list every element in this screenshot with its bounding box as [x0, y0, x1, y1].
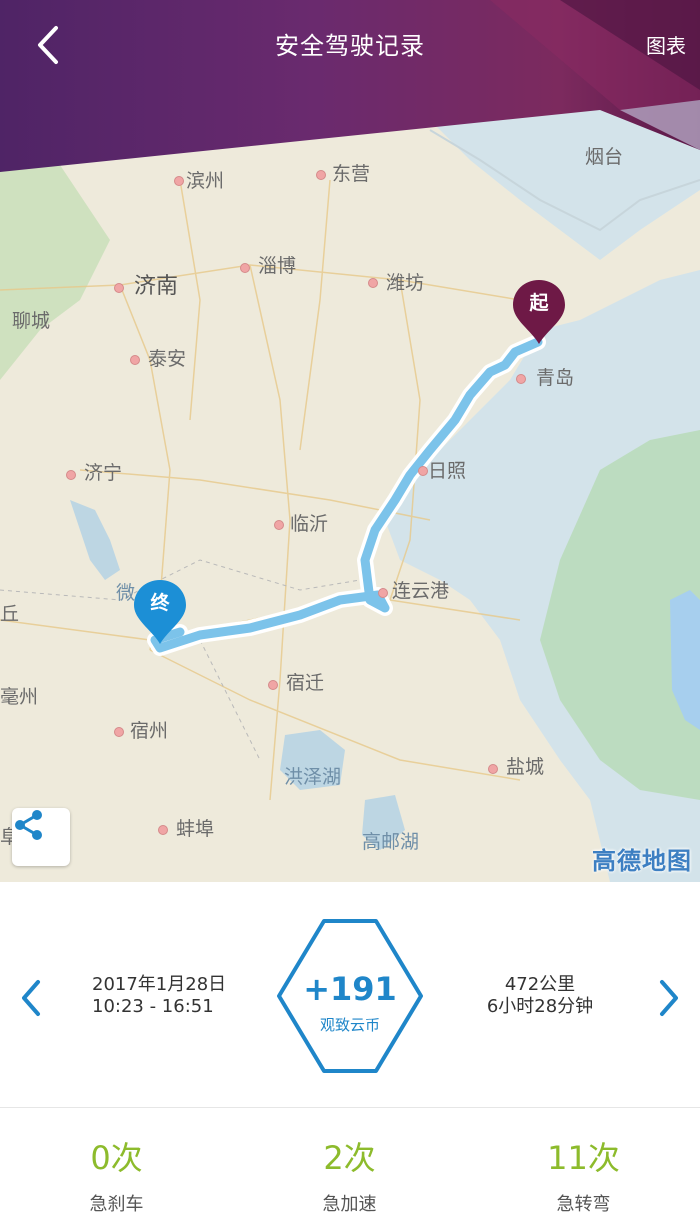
- city-dot: [368, 278, 378, 288]
- city-dot: [268, 680, 278, 690]
- share-icon: [15, 810, 42, 840]
- driving-stats: 0次 急刹车 2次 急加速 11次 急转弯: [0, 1107, 700, 1224]
- stat-hard-acceleration: 2次 急加速: [233, 1108, 466, 1216]
- trip-duration: 6小时28分钟: [486, 996, 594, 1017]
- city-dot: [114, 727, 124, 737]
- trip-distance-duration: 472公里 6小时28分钟: [460, 974, 620, 1018]
- city-label: 滨州: [186, 170, 225, 192]
- city-dot: [130, 355, 140, 365]
- city-label: 洪泽湖: [284, 766, 342, 788]
- coin-value: +191: [303, 970, 397, 1008]
- trip-summary: 2017年1月28日 10:23 - 16:51 +191 观致云币 472公里…: [0, 882, 700, 1107]
- trip-date: 2017年1月28日: [92, 974, 227, 995]
- city-label: 济南: [134, 274, 179, 299]
- city-label: 盐城: [506, 756, 545, 778]
- next-trip-button[interactable]: [652, 976, 686, 1020]
- city-label: 丘: [0, 603, 20, 625]
- city-label: 日照: [428, 460, 467, 482]
- trip-time-range: 10:23 - 16:51: [92, 996, 214, 1017]
- city-dot: [114, 283, 124, 293]
- start-marker-label: 起: [529, 292, 549, 314]
- map-base: [0, 0, 700, 882]
- trip-datetime: 2017年1月28日 10:23 - 16:51: [92, 974, 226, 1018]
- end-marker-label: 终: [150, 592, 170, 614]
- chevron-right-icon: [660, 980, 678, 1016]
- stat-label: 急加速: [322, 1194, 377, 1215]
- city-label: 高邮湖: [362, 831, 420, 853]
- city-label: 聊城: [12, 310, 51, 332]
- city-dot: [158, 825, 168, 835]
- back-button[interactable]: [26, 22, 72, 68]
- city-dot: [418, 466, 428, 476]
- chart-button[interactable]: 图表: [646, 30, 686, 59]
- city-dot: [516, 374, 526, 384]
- city-dot: [274, 520, 284, 530]
- city-dot: [378, 588, 388, 598]
- city-label: 泰安: [148, 348, 187, 370]
- map-provider-logo: 高德地图: [592, 847, 692, 875]
- city-label: 临沂: [290, 513, 329, 535]
- route-map[interactable]: 滨州 东营 烟台 济南 淄博 潍坊 聊城 泰安 青岛 济宁 日照 临沂 连云港 …: [0, 0, 700, 882]
- stat-label: 急刹车: [89, 1194, 144, 1215]
- trip-distance: 472公里: [504, 974, 576, 995]
- stat-label: 急转弯: [556, 1194, 611, 1215]
- city-label: 潍坊: [386, 272, 425, 294]
- city-dot: [488, 764, 498, 774]
- stat-value: 0次: [90, 1139, 143, 1177]
- city-label: 东营: [332, 163, 371, 185]
- city-label: 蚌埠: [176, 818, 215, 840]
- stat-sharp-turn: 11次 急转弯: [467, 1108, 700, 1216]
- end-marker[interactable]: 终: [132, 578, 188, 646]
- city-dot: [66, 470, 76, 480]
- chevron-left-icon: [22, 980, 40, 1016]
- city-dot: [174, 176, 184, 186]
- city-dot: [240, 263, 250, 273]
- chevron-left-icon: [38, 26, 58, 64]
- city-label: 连云港: [392, 580, 450, 602]
- previous-trip-button[interactable]: [14, 976, 48, 1020]
- city-label: 宿州: [130, 720, 169, 742]
- city-label: 毫州: [0, 686, 39, 708]
- start-marker[interactable]: 起: [511, 278, 567, 346]
- coin-label: 观致云币: [319, 1016, 380, 1034]
- stat-value: 2次: [323, 1139, 376, 1177]
- share-button[interactable]: [12, 808, 70, 866]
- city-label: 济宁: [84, 462, 123, 484]
- city-label: 青岛: [536, 367, 575, 389]
- city-dot: [316, 170, 326, 180]
- stat-value: 11次: [547, 1139, 620, 1177]
- stat-hard-braking: 0次 急刹车: [0, 1108, 233, 1216]
- city-label: 宿迁: [286, 672, 325, 694]
- city-label: 烟台: [585, 146, 624, 168]
- city-label: 淄博: [258, 255, 297, 277]
